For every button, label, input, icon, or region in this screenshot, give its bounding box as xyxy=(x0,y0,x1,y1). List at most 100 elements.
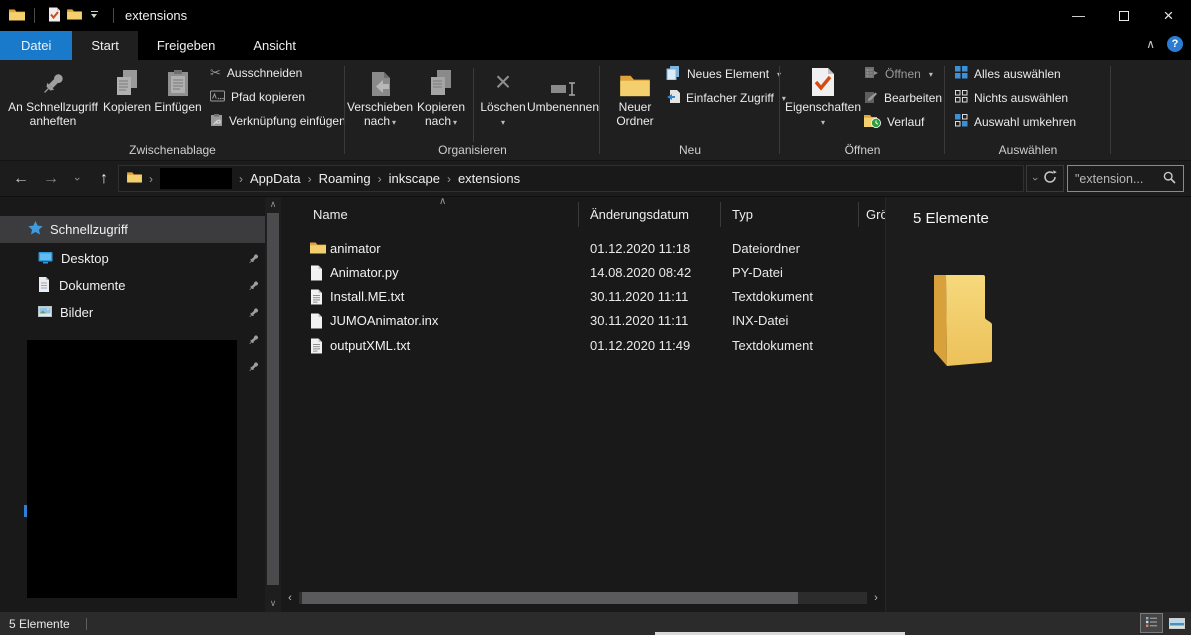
breadcrumb-extensions[interactable]: extensions xyxy=(458,171,520,186)
scrollbar-thumb[interactable] xyxy=(302,592,798,604)
titlebar-separator xyxy=(34,8,35,23)
easy-access-button[interactable]: Einfacher Zugriff ▾ xyxy=(666,88,786,108)
file-row-animator-py[interactable]: Animator.py 14.08.2020 08:42 PY-Datei xyxy=(281,261,885,286)
edit-button[interactable]: Bearbeiten xyxy=(864,88,942,108)
history-button[interactable]: Verlauf xyxy=(864,112,924,132)
forward-button[interactable]: → xyxy=(38,161,64,197)
invert-selection-button[interactable]: Auswahl umkehren xyxy=(955,112,1076,132)
column-divider[interactable] xyxy=(578,202,579,227)
sidebar-item-dokumente[interactable]: Dokumente xyxy=(0,272,265,299)
thumbnail-view-button[interactable] xyxy=(1165,613,1188,633)
file-type: INX-Datei xyxy=(732,313,788,328)
rename-button[interactable]: Umbenennen xyxy=(527,64,599,114)
file-name: JUMOAnimator.inx xyxy=(330,313,438,328)
pin-to-quickaccess-button[interactable]: An Schnellzugriff anheften xyxy=(4,64,102,128)
column-header-size[interactable]: Grö xyxy=(866,197,885,232)
properties-button[interactable]: Eigenschaften ▾ xyxy=(785,64,861,130)
sidebar-item-bilder[interactable]: Bilder xyxy=(0,299,265,326)
column-header-name[interactable]: Name xyxy=(313,197,348,232)
file-row-animator[interactable]: animator 01.12.2020 11:18 Dateiordner xyxy=(281,237,885,262)
button-label: Bearbeiten xyxy=(884,91,942,105)
file-name: Animator.py xyxy=(330,265,399,280)
file-icon xyxy=(310,313,323,332)
sidebar-item-quickaccess[interactable]: Schnellzugriff xyxy=(0,216,265,243)
copy-button[interactable]: Kopieren xyxy=(102,64,152,114)
ribbon-group-select: Alles auswählen Nichts auswählen Auswahl… xyxy=(945,60,1111,160)
group-divider xyxy=(1110,66,1111,154)
refresh-button[interactable] xyxy=(1043,170,1057,187)
delete-button[interactable]: × Löschen ▾ xyxy=(477,64,529,130)
file-row-jumoanimator[interactable]: JUMOAnimator.inx 30.11.2020 11:11 INX-Da… xyxy=(281,309,885,334)
move-to-button[interactable]: Verschieben nach▾ xyxy=(348,64,412,130)
maximize-button[interactable] xyxy=(1101,0,1146,31)
help-button[interactable]: ? xyxy=(1167,36,1183,52)
tab-ansicht[interactable]: Ansicht xyxy=(234,31,315,60)
column-divider[interactable] xyxy=(858,202,859,227)
file-icon xyxy=(310,265,323,284)
documents-icon xyxy=(38,277,50,295)
new-folder-button[interactable]: Neuer Ordner xyxy=(608,64,662,128)
column-divider[interactable] xyxy=(720,202,721,227)
recent-locations-button[interactable]: › xyxy=(68,161,86,197)
scroll-right-icon[interactable]: › xyxy=(869,590,883,606)
qat-properties-button[interactable] xyxy=(44,4,64,28)
cut-button[interactable]: ✂ Ausschneiden xyxy=(210,63,302,83)
button-label: Einfügen xyxy=(154,100,201,114)
paste-button[interactable]: Einfügen xyxy=(152,64,204,114)
breadcrumb-appdata[interactable]: AppData xyxy=(250,171,301,186)
paste-shortcut-button[interactable]: Verknüpfung einfügen xyxy=(210,111,346,131)
back-button[interactable]: ← xyxy=(8,161,34,197)
scroll-down-icon[interactable]: ∨ xyxy=(265,596,281,610)
breadcrumb-chevron-icon: › xyxy=(239,172,243,186)
breadcrumb-roaming[interactable]: Roaming xyxy=(319,171,371,186)
file-row-outputxml[interactable]: outputXML.txt 01.12.2020 11:49 Textdokum… xyxy=(281,334,885,359)
horizontal-scrollbar[interactable]: ‹ › xyxy=(283,590,883,606)
address-dropdown-button[interactable]: › xyxy=(1033,173,1037,185)
details-view-button[interactable] xyxy=(1140,613,1163,633)
minimize-button[interactable]: — xyxy=(1056,0,1101,31)
open-button[interactable]: Öffnen ▾ xyxy=(864,64,933,84)
qat-customize-button[interactable] xyxy=(84,4,104,28)
explorer-window: extensions — × Datei Start Freigeben Ans… xyxy=(0,0,1191,635)
select-none-icon xyxy=(955,90,968,106)
copy-to-button[interactable]: Kopieren nach▾ xyxy=(412,64,470,130)
group-label-clipboard: Zwischenablage xyxy=(0,143,345,157)
column-header-type[interactable]: Typ xyxy=(732,197,753,232)
address-bar-controls: › xyxy=(1026,165,1064,192)
collapse-ribbon-icon[interactable]: ∧ xyxy=(1146,37,1155,51)
quickaccess-star-icon xyxy=(28,221,43,238)
scroll-left-icon[interactable]: ‹ xyxy=(283,590,297,606)
breadcrumb-inkscape[interactable]: inkscape xyxy=(389,171,440,186)
scroll-up-icon[interactable]: ∧ xyxy=(265,197,281,211)
new-item-button[interactable]: Neues Element ▾ xyxy=(666,64,781,84)
scrollbar-thumb[interactable] xyxy=(267,213,279,585)
address-bar[interactable]: › › AppData › Roaming › inkscape › exten… xyxy=(118,165,1024,192)
search-box[interactable]: "extension... xyxy=(1067,165,1184,192)
sidebar-item-label: Bilder xyxy=(60,305,93,320)
column-header-date[interactable]: Änderungsdatum xyxy=(590,197,689,232)
button-label: Verknüpfung einfügen xyxy=(229,114,346,128)
tab-start[interactable]: Start xyxy=(72,31,137,60)
search-input[interactable]: "extension... xyxy=(1075,172,1159,186)
select-all-button[interactable]: Alles auswählen xyxy=(955,64,1061,84)
edit-pencil-icon xyxy=(864,90,878,107)
copy-path-button[interactable]: Pfad kopieren xyxy=(210,87,305,107)
window-title: extensions xyxy=(125,8,187,23)
text-file-icon xyxy=(310,338,323,357)
select-none-button[interactable]: Nichts auswählen xyxy=(955,88,1068,108)
close-button[interactable]: × xyxy=(1146,0,1191,31)
up-button[interactable]: ↑ xyxy=(92,161,116,197)
dropdown-icon: ▾ xyxy=(929,70,933,79)
app-folder-icon xyxy=(9,8,25,24)
tab-datei[interactable]: Datei xyxy=(0,31,72,60)
button-label: Auswahl umkehren xyxy=(974,115,1076,129)
scrollbar-track[interactable] xyxy=(299,592,867,604)
group-label-open: Öffnen xyxy=(780,143,945,157)
tab-freigeben[interactable]: Freigeben xyxy=(138,31,235,60)
qat-new-folder-button[interactable] xyxy=(64,4,84,28)
sidebar-item-desktop[interactable]: Desktop xyxy=(0,245,265,272)
file-row-install-me[interactable]: Install.ME.txt 30.11.2020 11:11 Textdoku… xyxy=(281,285,885,310)
new-item-icon xyxy=(666,65,681,83)
sidebar-scrollbar[interactable]: ∧ ∨ xyxy=(265,197,281,612)
pin-icon xyxy=(248,280,259,295)
